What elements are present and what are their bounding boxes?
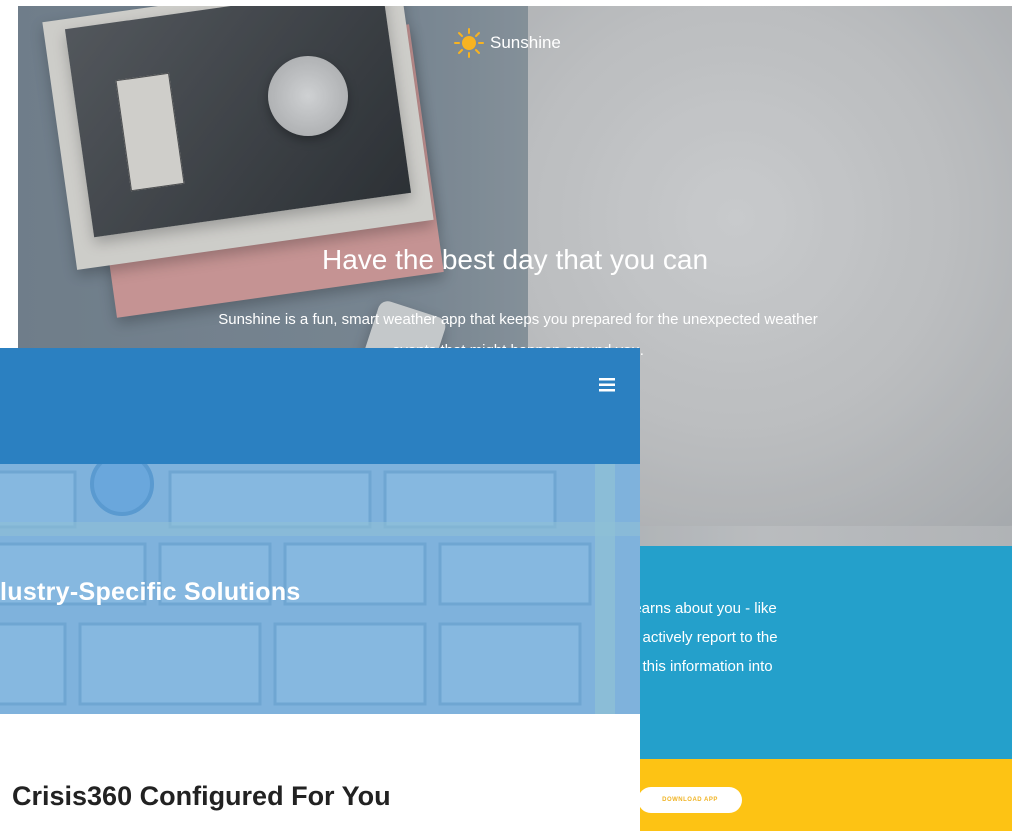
brand-logo[interactable]: Sunshine — [454, 28, 561, 58]
banner-title: lustry-Specific Solutions — [0, 578, 301, 606]
hero-title: Have the best day that you can — [321, 244, 709, 275]
section-heading: Crisis360 Configured For You — [12, 781, 391, 811]
sun-icon — [454, 28, 484, 58]
download-app-button[interactable]: DOWNLOAD APP — [638, 787, 742, 813]
crisis360-window: lustry-Specific Solutions Crisis360 Conf… — [0, 348, 640, 831]
feature-line: u actively report to the — [630, 629, 778, 646]
feature-line: learns about you - like — [630, 600, 777, 617]
feature-line: g this information into — [630, 658, 773, 675]
feature-text: learns about you - like u actively repor… — [630, 594, 1010, 681]
brand-name: Sunshine — [490, 33, 561, 52]
solutions-banner: lustry-Specific Solutions — [0, 464, 640, 714]
crisis-navbar — [0, 348, 640, 464]
hamburger-menu-icon[interactable] — [594, 374, 620, 396]
